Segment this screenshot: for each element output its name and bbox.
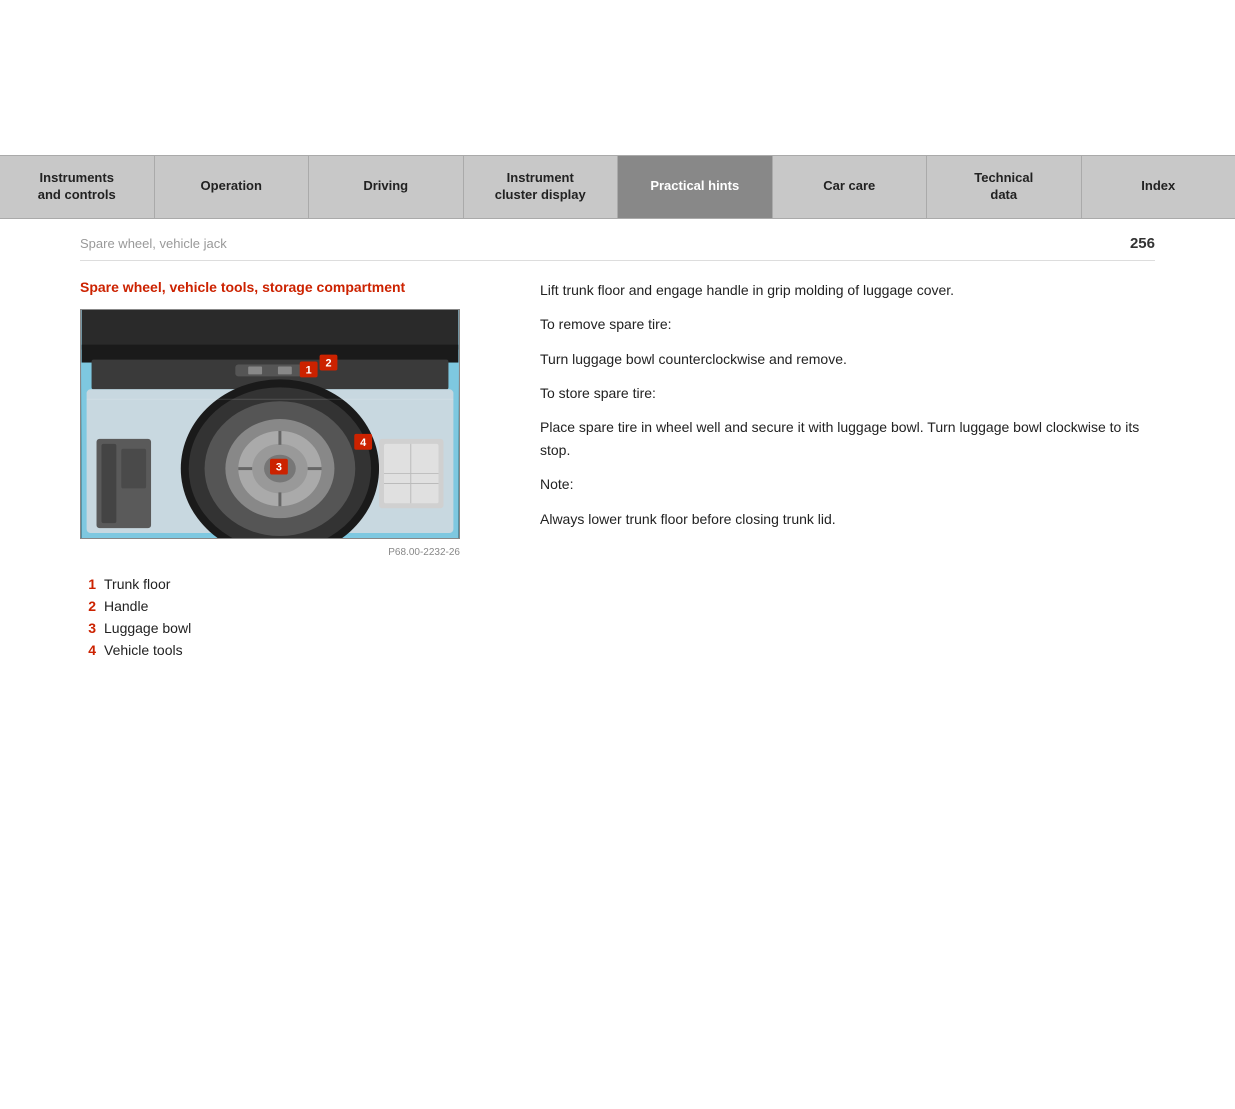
page-content: Spare wheel, vehicle jack 256 Spare whee… [0, 219, 1235, 704]
svg-text:4: 4 [360, 437, 366, 449]
right-para-4: To store spare tire: [540, 382, 1155, 404]
nav-item-carcare[interactable]: Car care [773, 156, 928, 218]
list-item-4: 4 Vehicle tools [80, 642, 500, 658]
list-item-1: 1 Trunk floor [80, 576, 500, 592]
breadcrumb: Spare wheel, vehicle jack [80, 236, 227, 251]
right-para-3: Turn luggage bowl counterclockwise and r… [540, 348, 1155, 370]
main-body: Spare wheel, vehicle tools, storage comp… [80, 279, 1155, 664]
nav-item-practical[interactable]: Practical hints [618, 156, 773, 218]
svg-text:3: 3 [276, 461, 282, 473]
numbered-list: 1 Trunk floor 2 Handle 3 Luggage bowl 4 … [80, 576, 500, 658]
right-para-5: Place spare tire in wheel well and secur… [540, 416, 1155, 461]
list-item-3: 3 Luggage bowl [80, 620, 500, 636]
page-number: 256 [1130, 235, 1155, 252]
right-para-1: Lift trunk floor and engage handle in gr… [540, 279, 1155, 301]
svg-text:1: 1 [306, 364, 312, 376]
navigation-bar: Instruments and controls Operation Drivi… [0, 155, 1235, 219]
right-column: Lift trunk floor and engage handle in gr… [540, 279, 1155, 664]
section-title: Spare wheel, vehicle tools, storage comp… [80, 279, 500, 295]
nav-item-operation[interactable]: Operation [155, 156, 310, 218]
page-header: Spare wheel, vehicle jack 256 [80, 235, 1155, 261]
nav-item-index[interactable]: Index [1082, 156, 1235, 218]
image-caption: P68.00-2232-26 [80, 547, 460, 558]
svg-text:2: 2 [325, 357, 331, 369]
nav-item-technical[interactable]: Technical data [927, 156, 1082, 218]
trunk-illustration: 1 2 [80, 309, 460, 539]
nav-item-cluster[interactable]: Instrument cluster display [464, 156, 619, 218]
list-item-2: 2 Handle [80, 598, 500, 614]
note-text: Always lower trunk floor before closing … [540, 508, 1155, 530]
left-column: Spare wheel, vehicle tools, storage comp… [80, 279, 500, 664]
right-para-2: To remove spare tire: [540, 313, 1155, 335]
nav-item-instruments[interactable]: Instruments and controls [0, 156, 155, 218]
nav-item-driving[interactable]: Driving [309, 156, 464, 218]
note-label: Note: [540, 473, 1155, 495]
